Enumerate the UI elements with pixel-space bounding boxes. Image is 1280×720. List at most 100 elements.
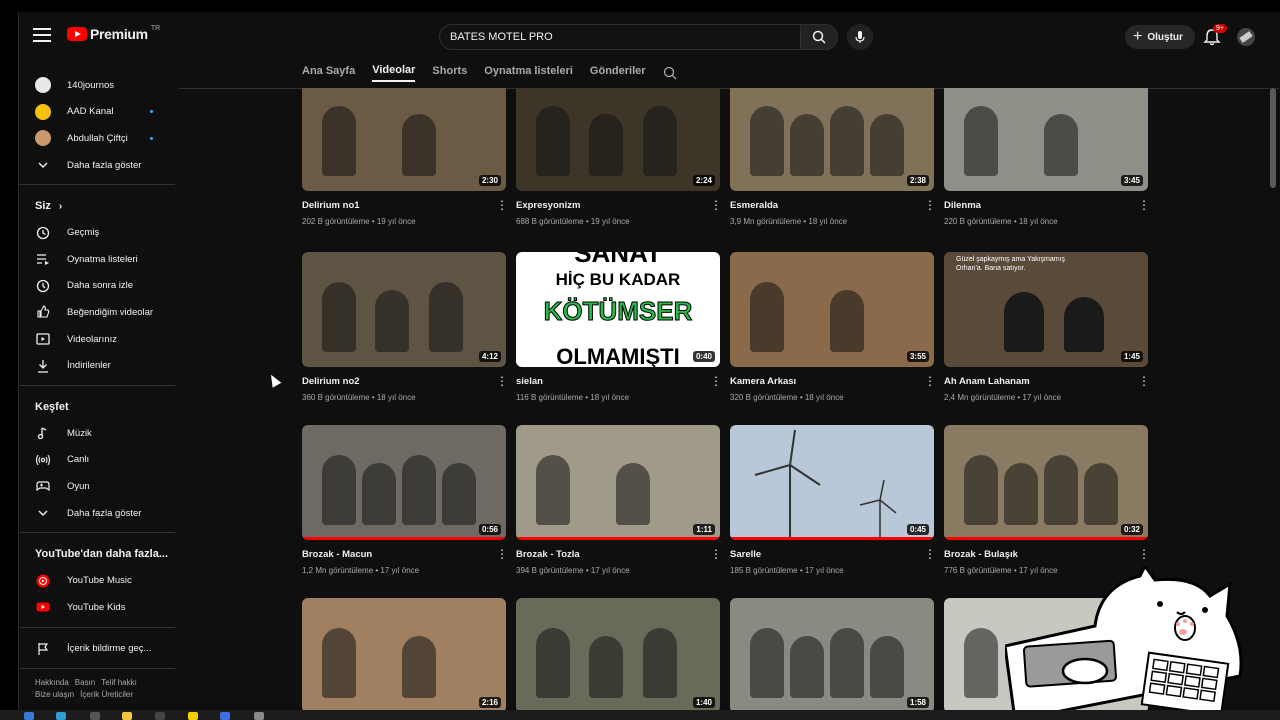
- file-explorer-icon[interactable]: [122, 712, 132, 720]
- video-card[interactable]: 0:56 Brozak - Macun ⋮ 1,2 Mn görüntüleme • …: [302, 425, 508, 575]
- video-card[interactable]: 1:11 Brozak - Tozla ⋮ 394 B görüntüleme • 1…: [516, 425, 722, 575]
- voice-search-button[interactable]: [847, 24, 873, 50]
- sidebar-item-playlists[interactable]: Oynatma listeleri: [19, 246, 177, 273]
- more-options-icon[interactable]: ⋮: [496, 199, 508, 211]
- sidebar-item-music[interactable]: Müzik: [19, 420, 177, 447]
- sidebar-item-youtube-music[interactable]: YouTube Music: [19, 567, 177, 594]
- video-card[interactable]: SANAT HİÇ BU KADAR KÖTÜMSER OLMAMIŞTI 0:40 si…: [516, 252, 722, 402]
- video-thumbnail[interactable]: 2:24: [516, 88, 720, 191]
- video-title[interactable]: sielan: [516, 376, 543, 387]
- tab-ana-sayfa[interactable]: Ana Sayfa: [302, 65, 355, 81]
- sidebar-item-watch-later[interactable]: Daha sonra izle: [19, 273, 177, 300]
- sidebar-item-youtube-kids[interactable]: YouTube Kids: [19, 594, 177, 621]
- more-options-icon[interactable]: ⋮: [710, 548, 722, 560]
- video-card[interactable]: 2:24 Expresyonizm ⋮ 688 B görüntüleme • 19 …: [516, 88, 722, 226]
- sidebar-item-partial[interactable]: [19, 62, 177, 72]
- sidebar-item-gaming[interactable]: Oyun: [19, 473, 177, 500]
- video-title[interactable]: Brozak - Tozla: [516, 549, 580, 560]
- show-more-subscriptions[interactable]: Daha fazla göster: [19, 152, 177, 179]
- footer-link[interactable]: İçerik Üreticiler: [80, 690, 133, 699]
- more-options-icon[interactable]: ⋮: [1138, 199, 1150, 211]
- report-history-link[interactable]: İçerik bildirme geç...: [19, 636, 177, 663]
- video-thumbnail[interactable]: 4:12: [302, 252, 506, 367]
- sidebar-item-like[interactable]: Beğendiğim videolar: [19, 299, 177, 326]
- video-thumbnail[interactable]: SANAT HİÇ BU KADAR KÖTÜMSER OLMAMIŞTI 0:40: [516, 252, 720, 367]
- subscription-item[interactable]: Abdullah Çiftçi: [19, 125, 177, 152]
- video-thumbnail[interactable]: 3:55: [730, 252, 934, 367]
- more-options-icon[interactable]: ⋮: [924, 199, 936, 211]
- video-thumbnail[interactable]: 1:58: [730, 598, 934, 710]
- search-button[interactable]: [800, 24, 838, 50]
- video-title[interactable]: Esmeralda: [730, 200, 778, 211]
- video-card[interactable]: 4:12 Delirium no2 ⋮ 360 B görüntüleme • 18 …: [302, 252, 508, 402]
- video-card[interactable]: 1:40: [516, 598, 720, 710]
- video-thumbnail[interactable]: 2:16: [302, 598, 506, 710]
- tab-gönderiler[interactable]: Gönderiler: [590, 65, 646, 81]
- video-thumbnail[interactable]: 0:45: [730, 425, 934, 540]
- sidebar-item-live[interactable]: Canlı: [19, 447, 177, 474]
- video-card[interactable]: 1:58: [730, 598, 934, 710]
- sidebar-item-your-videos[interactable]: Videolarınız: [19, 326, 177, 353]
- app-icon[interactable]: [254, 712, 264, 720]
- show-more-explore[interactable]: Daha fazla göster: [19, 500, 177, 527]
- video-card[interactable]: 3:55 Kamera Arkası ⋮ 320 B görüntüleme • 18…: [730, 252, 936, 402]
- video-title[interactable]: Ah Anam Lahanam: [944, 376, 1030, 387]
- search-box[interactable]: ✕: [439, 24, 819, 50]
- sidebar-item-download[interactable]: İndirilenler: [19, 352, 177, 379]
- video-thumbnail[interactable]: 1:11: [516, 425, 720, 540]
- video-title[interactable]: Brozak - Macun: [302, 549, 372, 560]
- subscription-item[interactable]: 140journos: [19, 72, 177, 99]
- more-options-icon[interactable]: ⋮: [496, 375, 508, 387]
- more-options-icon[interactable]: ⋮: [924, 375, 936, 387]
- video-title[interactable]: Delirium no1: [302, 200, 360, 211]
- video-thumbnail[interactable]: 2:30: [302, 88, 506, 191]
- tab-videolar[interactable]: Videolar: [372, 64, 416, 82]
- video-thumbnail[interactable]: 1:40: [516, 598, 720, 710]
- scrollbar[interactable]: [1270, 88, 1276, 188]
- more-options-icon[interactable]: ⋮: [1138, 375, 1150, 387]
- search-input[interactable]: [450, 31, 770, 43]
- video-title[interactable]: Brozak - Bulaşık: [944, 549, 1018, 560]
- footer-link[interactable]: Hakkında: [35, 678, 69, 687]
- app-icon[interactable]: [188, 712, 198, 720]
- video-title[interactable]: Dilenma: [944, 200, 981, 211]
- video-card[interactable]: 3:45 Dilenma ⋮ 220 B görüntüleme • 18 yıl ö…: [944, 88, 1150, 226]
- video-thumbnail[interactable]: 0:56: [302, 425, 506, 540]
- app-icon[interactable]: [90, 712, 100, 720]
- user-avatar[interactable]: [1237, 28, 1255, 46]
- tab-oynatma-listeleri[interactable]: Oynatma listeleri: [484, 65, 573, 81]
- footer-link[interactable]: Telif hakkı: [101, 678, 137, 687]
- more-options-icon[interactable]: ⋮: [924, 548, 936, 560]
- more-options-icon[interactable]: ⋮: [1138, 548, 1150, 560]
- video-title[interactable]: Kamera Arkası: [730, 376, 796, 387]
- video-thumbnail[interactable]: Güzel şapkaymış ama Yakışmamış Orhan'a. …: [944, 252, 1148, 367]
- edge-icon[interactable]: [56, 712, 66, 720]
- channel-search-icon[interactable]: [663, 66, 677, 80]
- start-icon[interactable]: [24, 712, 34, 720]
- sidebar-item-history[interactable]: Geçmiş: [19, 219, 177, 246]
- video-card[interactable]: 0:32 Brozak - Bulaşık ⋮ 776 B görüntüleme •…: [944, 425, 1150, 575]
- app-icon[interactable]: [155, 712, 165, 720]
- app-icon[interactable]: [220, 712, 230, 720]
- video-card[interactable]: 0:45 Sarelle ⋮ 185 B görüntüleme • 17 yıl ö…: [730, 425, 936, 575]
- video-card[interactable]: 2:16: [302, 598, 506, 710]
- video-card[interactable]: 2:30 Delirium no1 ⋮ 202 B görüntüleme • 19 …: [302, 88, 508, 226]
- video-title[interactable]: Expresyonizm: [516, 200, 580, 211]
- create-button[interactable]: + Oluştur: [1125, 25, 1195, 49]
- more-options-icon[interactable]: ⋮: [710, 199, 722, 211]
- more-options-icon[interactable]: ⋮: [710, 375, 722, 387]
- video-thumbnail[interactable]: 0:32: [944, 425, 1148, 540]
- video-title[interactable]: Sarelle: [730, 549, 761, 560]
- youtube-premium-logo[interactable]: Premium TR: [67, 25, 160, 42]
- tab-shorts[interactable]: Shorts: [432, 65, 467, 81]
- video-card[interactable]: 2:38 Esmeralda ⋮ 3,9 Mn görüntüleme • 18 yı…: [730, 88, 936, 226]
- subscription-item[interactable]: AAD Kanal: [19, 99, 177, 126]
- footer-link[interactable]: Basın: [75, 678, 95, 687]
- video-thumbnail[interactable]: 2:38: [730, 88, 934, 191]
- you-section-header[interactable]: Siz ›: [19, 193, 177, 219]
- hamburger-menu-icon[interactable]: [33, 28, 51, 42]
- video-card[interactable]: Güzel şapkaymış ama Yakışmamış Orhan'a. …: [944, 252, 1150, 402]
- video-title[interactable]: Delirium no2: [302, 376, 360, 387]
- footer-link[interactable]: Bize ulaşın: [35, 690, 74, 699]
- video-thumbnail[interactable]: 3:45: [944, 88, 1148, 191]
